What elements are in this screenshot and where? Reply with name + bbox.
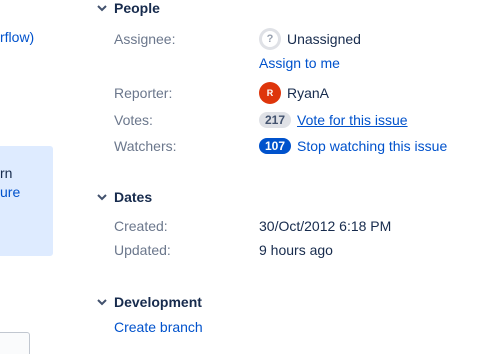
watchers-value: 107 Stop watching this issue [259,138,447,154]
info-panel: rn ure [0,146,53,256]
votes-count-badge: 217 [259,112,292,128]
workflow-link-fragment[interactable]: rflow) [0,29,34,45]
comment-input[interactable] [0,332,30,354]
chevron-down-icon [95,296,108,309]
info-panel-line: rn [0,165,13,181]
development-title: Development [114,294,202,310]
assignee-name: Unassigned [287,31,361,47]
info-panel-link[interactable]: ure [0,184,20,200]
assignee-label: Assignee: [114,31,176,47]
issue-sidebar: rflow) rn ure People Assignee: ? Unassig… [0,0,487,354]
watchers-label: Watchers: [114,138,177,154]
chevron-down-icon [95,191,108,204]
reporter-name: RyanA [287,85,330,101]
created-label: Created: [114,218,168,234]
stop-watching-link[interactable]: Stop watching this issue [297,138,447,154]
updated-value: 9 hours ago [259,242,333,258]
vote-link[interactable]: Vote for this issue [297,112,408,128]
people-section-header[interactable]: People [95,0,160,16]
assign-to-me-link[interactable]: Assign to me [259,55,340,71]
updated-label: Updated: [114,242,171,258]
development-section-header[interactable]: Development [95,294,202,310]
watchers-count-badge: 107 [259,138,292,154]
reporter-label: Reporter: [114,85,173,101]
votes-label: Votes: [114,112,153,128]
created-value: 30/Oct/2012 6:18 PM [259,218,392,234]
chevron-down-icon [95,2,108,15]
unassigned-avatar-icon: ? [259,28,281,50]
dates-section-header[interactable]: Dates [95,189,152,205]
dates-title: Dates [114,189,153,205]
create-branch-link[interactable]: Create branch [114,319,203,335]
people-title: People [114,0,160,16]
reporter-value[interactable]: R RyanA [259,82,329,104]
assignee-value[interactable]: ? Unassigned [259,28,361,50]
avatar: R [259,82,281,104]
votes-value: 217 Vote for this issue [259,112,408,128]
